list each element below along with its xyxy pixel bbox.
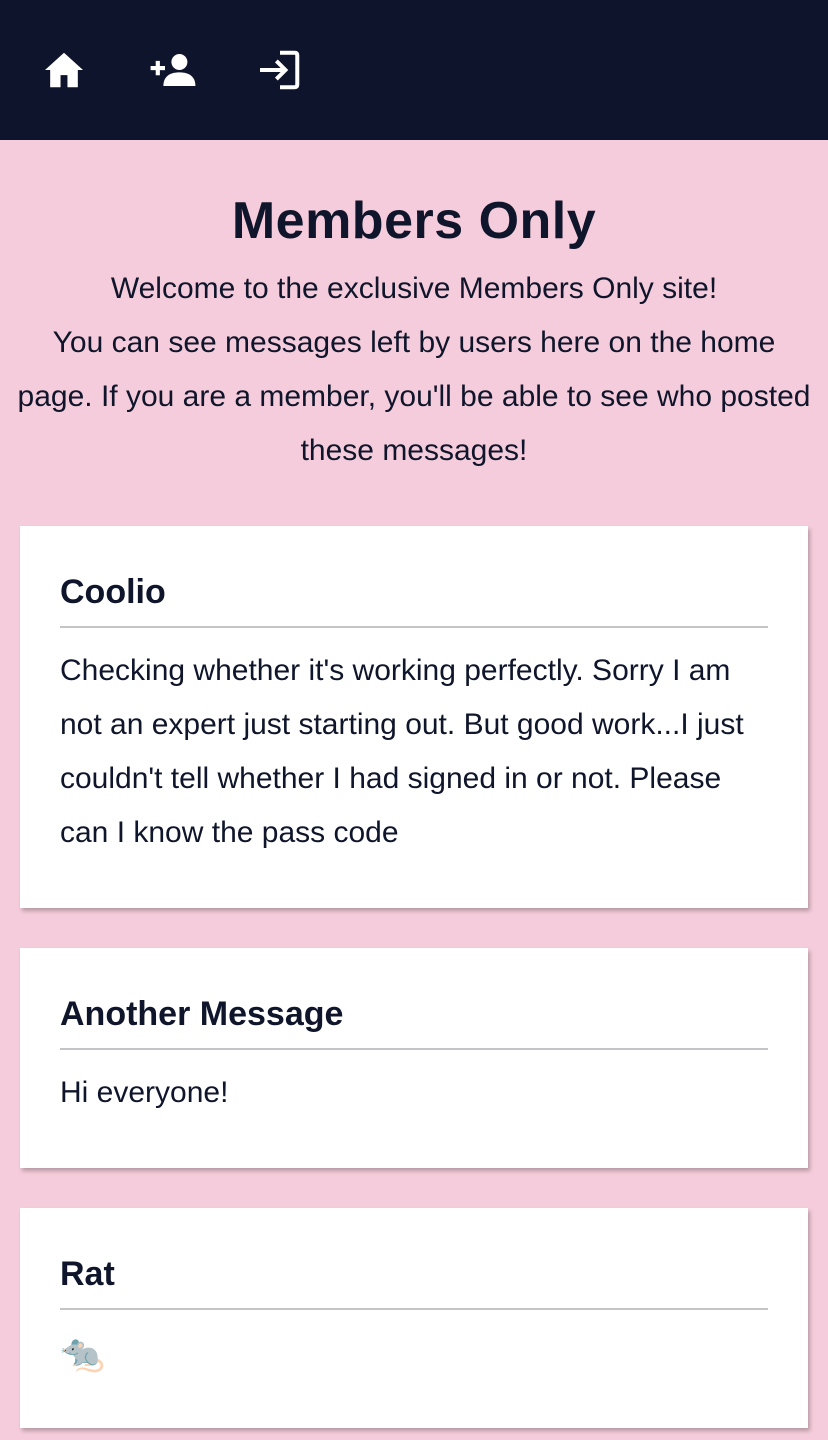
top-navbar — [0, 0, 828, 140]
home-link[interactable] — [42, 48, 86, 92]
login-link[interactable] — [258, 48, 302, 92]
welcome-line-1: Welcome to the exclusive Members Only si… — [110, 272, 718, 305]
message-card: Another Message Hi everyone! — [20, 948, 808, 1168]
welcome-line-2: You can see messages left by users here … — [17, 326, 811, 467]
message-body: Checking whether it's working perfectly.… — [60, 654, 744, 849]
home-icon — [45, 52, 83, 88]
message-title: Coolio — [60, 570, 768, 628]
message-card: Rat 🐀 — [20, 1208, 808, 1428]
add-user-icon — [150, 54, 196, 86]
signup-link[interactable] — [148, 48, 198, 92]
message-body: 🐀 — [60, 1332, 105, 1373]
message-card: Coolio Checking whether it's working per… — [20, 526, 808, 908]
page-title: Members Only — [231, 192, 597, 250]
login-icon — [260, 50, 300, 90]
message-title: Another Message — [60, 992, 768, 1050]
message-list: Coolio Checking whether it's working per… — [0, 478, 828, 1428]
welcome-text: Welcome to the exclusive Members Only si… — [16, 262, 812, 478]
message-body: Hi everyone! — [60, 1076, 229, 1109]
message-title: Rat — [60, 1252, 768, 1310]
intro-section: Members Only Welcome to the exclusive Me… — [0, 140, 828, 478]
